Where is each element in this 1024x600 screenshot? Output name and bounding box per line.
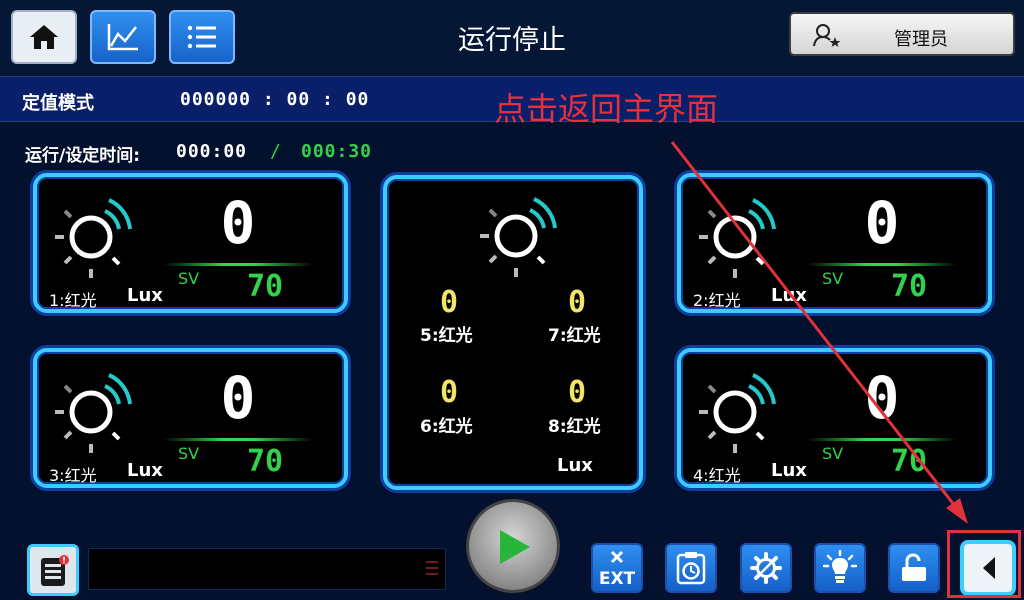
channel-7-label: 7:红光 <box>548 326 601 346</box>
exit-button[interactable]: EXT <box>591 543 643 593</box>
start-button[interactable] <box>469 502 557 590</box>
time-row: 运行/设定时间: 000:00 / 000:30 <box>0 136 1024 166</box>
trend-button[interactable] <box>90 10 156 64</box>
light-sensor-icon <box>55 373 132 453</box>
sv-value[interactable]: 70 <box>891 444 927 479</box>
top-bar: 运行停止 管理员 <box>0 0 1024 76</box>
list-icon <box>187 25 216 49</box>
run-time: 000:00 <box>176 141 248 162</box>
unlock-icon <box>902 553 926 581</box>
channel-6-label: 6:红光 <box>420 417 473 437</box>
unit-label: Lux <box>771 460 807 481</box>
sv-label: SV <box>822 444 844 463</box>
light-button[interactable] <box>814 543 866 593</box>
unit-label: Lux <box>127 285 163 306</box>
exit-icon <box>610 550 624 564</box>
sensor-panel-4: 0 SV 70 4:红光 Lux <box>677 348 992 488</box>
list-button[interactable] <box>169 10 235 64</box>
divider-line <box>807 263 957 266</box>
schedule-button[interactable] <box>665 543 717 593</box>
divider-line <box>163 263 313 266</box>
channel-label: 4:红光 <box>693 466 741 485</box>
channel-label: 3:红光 <box>49 466 97 485</box>
light-sensor-icon <box>699 198 776 278</box>
menu-lines-icon[interactable]: — — — <box>425 555 439 581</box>
measured-value: 0 <box>864 364 900 432</box>
measured-value: 0 <box>220 364 256 432</box>
lightbulb-icon <box>823 550 857 583</box>
channel-7-value: 0 <box>567 285 587 320</box>
alarm-message-box: — — — <box>88 548 446 590</box>
time-label: 运行/设定时间: <box>25 146 141 166</box>
clipboard-clock-icon <box>676 552 706 585</box>
settings-gear-icon <box>750 552 782 584</box>
channel-8-label: 8:红光 <box>548 417 601 437</box>
sv-value[interactable]: 70 <box>247 444 283 479</box>
channel-label: 1:红光 <box>49 291 97 310</box>
measured-value: 0 <box>864 189 900 257</box>
channel-6-value: 0 <box>439 375 459 410</box>
home-button[interactable] <box>11 10 77 64</box>
unit-label: Lux <box>771 285 807 306</box>
page-title: 运行停止 <box>458 25 566 56</box>
alarm-log-button[interactable] <box>27 544 79 596</box>
unlock-button[interactable] <box>888 543 940 593</box>
set-time: 000:30 <box>301 141 373 162</box>
center-sensor-panel: 0 5:红光 0 7:红光 0 6:红光 0 8:红光 Lux <box>383 175 643 490</box>
divider-line <box>163 438 313 441</box>
unit-label: Lux <box>127 460 163 481</box>
user-button[interactable]: 管理员 <box>789 12 1015 56</box>
sensor-panel-1: 0 SV 70 1:红光 Lux <box>33 173 348 313</box>
annotation-text: 点击返回主界面 <box>494 90 719 128</box>
sv-value[interactable]: 70 <box>891 269 927 304</box>
hmi-screen: 运行停止 管理员 定值模式 000000 : 00 : 00 点击返回主界面 运… <box>0 0 1024 600</box>
sv-label: SV <box>178 444 200 463</box>
user-admin-icon <box>813 24 841 47</box>
light-sensor-icon <box>699 373 776 453</box>
alarm-log-icon <box>41 555 69 586</box>
unit-label: Lux <box>557 455 593 476</box>
light-sensor-icon <box>55 198 132 278</box>
time-separator: / <box>270 141 281 162</box>
light-sensor-icon <box>480 197 557 277</box>
sv-label: SV <box>178 269 200 288</box>
channel-label: 2:红光 <box>693 291 741 310</box>
play-icon <box>500 530 530 564</box>
sv-label: SV <box>822 269 844 288</box>
mode-name: 定值模式 <box>22 93 94 114</box>
channel-8-value: 0 <box>567 375 587 410</box>
sensor-panel-2: 0 SV 70 2:红光 Lux <box>677 173 992 313</box>
channel-5-value: 0 <box>439 285 459 320</box>
trend-chart-icon <box>107 24 138 51</box>
settings-button[interactable] <box>740 543 792 593</box>
highlight-box <box>947 530 1021 598</box>
channel-5-label: 5:红光 <box>420 326 473 346</box>
exit-label: EXT <box>598 569 636 589</box>
sv-value[interactable]: 70 <box>247 269 283 304</box>
mode-counter: 000000 : 00 : 00 <box>180 89 370 110</box>
sensor-panel-3: 0 SV 70 3:红光 Lux <box>33 348 348 488</box>
user-label: 管理员 <box>894 29 948 50</box>
home-icon <box>30 25 58 49</box>
divider-line <box>807 438 957 441</box>
measured-value: 0 <box>220 189 256 257</box>
